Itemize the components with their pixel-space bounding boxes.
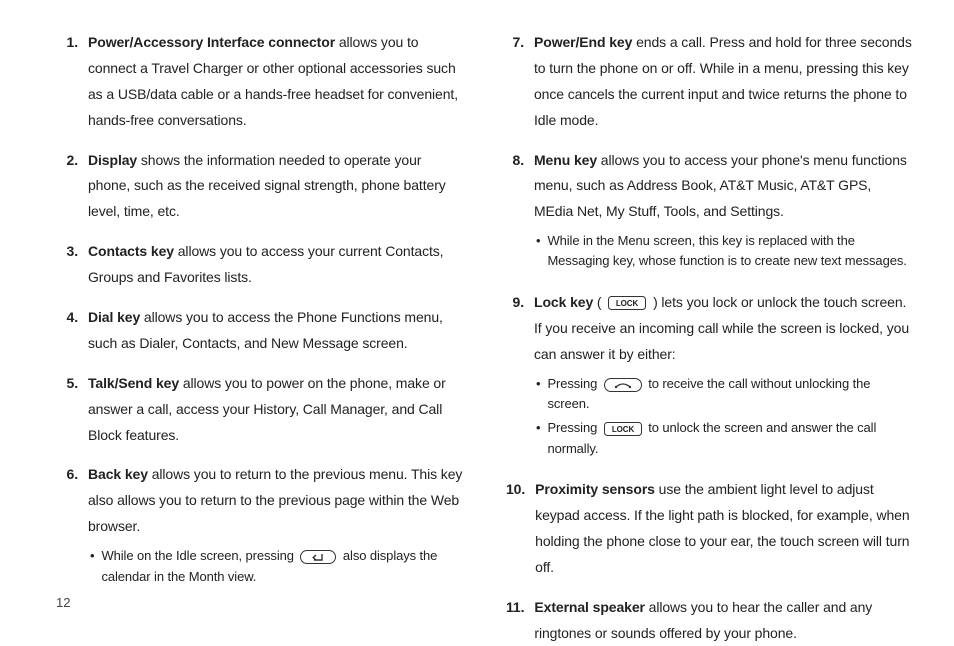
bullet-icon: • xyxy=(534,418,547,438)
item-body: Dial key allows you to access the Phone … xyxy=(88,305,466,357)
item-body: Display shows the information needed to … xyxy=(88,148,466,226)
item-number: 10. xyxy=(506,477,535,581)
list-item: 6. Back key allows you to return to the … xyxy=(60,462,466,590)
item-term: Lock key xyxy=(534,294,593,310)
list-item: 10. Proximity sensors use the ambient li… xyxy=(506,477,912,581)
sub-list: • While on the Idle screen, pressing als… xyxy=(88,546,466,587)
sub-item: • While in the Menu screen, this key is … xyxy=(534,231,912,271)
item-body: Power/Accessory Interface connector allo… xyxy=(88,30,466,134)
item-number: 2. xyxy=(60,148,88,226)
item-term: Talk/Send key xyxy=(88,375,179,391)
svg-text:LOCK: LOCK xyxy=(616,299,639,308)
sub-body: While on the Idle screen, pressing also … xyxy=(101,546,466,587)
page-number: 12 xyxy=(56,595,70,610)
sub-item: • While on the Idle screen, pressing als… xyxy=(88,546,466,587)
talk-key-icon xyxy=(601,374,645,394)
item-body: Lock key ( LOCK ) lets you lock or unloc… xyxy=(534,290,912,464)
item-body: Contacts key allows you to access your c… xyxy=(88,239,466,291)
list-item: 9. Lock key ( LOCK ) lets you lock or un… xyxy=(506,290,912,464)
item-body: External speaker allows you to hear the … xyxy=(534,595,912,646)
item-number: 7. xyxy=(506,30,534,134)
sub-list: • While in the Menu screen, this key is … xyxy=(534,231,912,271)
bullet-icon: • xyxy=(534,231,547,251)
item-number: 11. xyxy=(506,595,534,646)
sub-text: While in the Menu screen, this key is re… xyxy=(547,231,912,271)
item-body: Back key allows you to return to the pre… xyxy=(88,462,466,590)
item-number: 3. xyxy=(60,239,88,291)
list-item: 2. Display shows the information needed … xyxy=(60,148,466,226)
item-term: Power/Accessory Interface connector xyxy=(88,34,335,50)
list-item: 11. External speaker allows you to hear … xyxy=(506,595,912,646)
item-number: 1. xyxy=(60,30,88,134)
feature-list-left: 1. Power/Accessory Interface connector a… xyxy=(60,30,466,591)
item-number: 9. xyxy=(506,290,534,464)
item-term: Proximity sensors xyxy=(535,481,655,497)
feature-list-right: 7. Power/End key ends a call. Press and … xyxy=(506,30,912,646)
svg-text:LOCK: LOCK xyxy=(612,425,635,434)
sub-body: Pressing to receive the call without unl… xyxy=(547,374,912,415)
item-number: 5. xyxy=(60,371,88,449)
item-body: Power/End key ends a call. Press and hol… xyxy=(534,30,912,134)
back-key-icon xyxy=(297,547,339,567)
item-term: Menu key xyxy=(534,152,597,168)
bullet-icon: • xyxy=(88,546,101,566)
item-term: Power/End key xyxy=(534,34,632,50)
list-item: 5. Talk/Send key allows you to power on … xyxy=(60,371,466,449)
lock-key-icon: LOCK xyxy=(605,290,649,316)
list-item: 4. Dial key allows you to access the Pho… xyxy=(60,305,466,357)
sub-text-pre: Pressing xyxy=(547,376,600,391)
sub-item: • Pressing to receive the call without u… xyxy=(534,374,912,415)
item-rest: shows the information needed to operate … xyxy=(88,152,446,220)
item-number: 6. xyxy=(60,462,88,590)
manual-page: 1. Power/Accessory Interface connector a… xyxy=(0,0,954,636)
list-item: 7. Power/End key ends a call. Press and … xyxy=(506,30,912,134)
item-term: External speaker xyxy=(534,599,644,615)
sub-item: • Pressing LOCK to unlock the screen and… xyxy=(534,418,912,459)
item-body: Proximity sensors use the ambient light … xyxy=(535,477,912,581)
right-column: 7. Power/End key ends a call. Press and … xyxy=(506,30,912,606)
bullet-icon: • xyxy=(534,374,547,394)
left-column: 1. Power/Accessory Interface connector a… xyxy=(60,30,466,606)
list-item: 1. Power/Accessory Interface connector a… xyxy=(60,30,466,134)
list-item: 3. Contacts key allows you to access you… xyxy=(60,239,466,291)
item-body: Talk/Send key allows you to power on the… xyxy=(88,371,466,449)
lock-key-icon: LOCK xyxy=(601,419,645,439)
text-pre: ( xyxy=(593,294,605,310)
item-term: Dial key xyxy=(88,309,140,325)
sub-text-pre: Pressing xyxy=(547,420,600,435)
item-term: Back key xyxy=(88,466,148,482)
item-number: 8. xyxy=(506,148,534,276)
item-number: 4. xyxy=(60,305,88,357)
item-rest: allows you to access the Phone Functions… xyxy=(88,309,443,351)
item-body: Menu key allows you to access your phone… xyxy=(534,148,912,276)
list-item: 8. Menu key allows you to access your ph… xyxy=(506,148,912,276)
sub-text-pre: While on the Idle screen, pressing xyxy=(101,548,297,563)
sub-list: • Pressing to receive the call without u… xyxy=(534,374,912,460)
sub-body: Pressing LOCK to unlock the screen and a… xyxy=(547,418,912,459)
item-term: Contacts key xyxy=(88,243,174,259)
item-term: Display xyxy=(88,152,137,168)
